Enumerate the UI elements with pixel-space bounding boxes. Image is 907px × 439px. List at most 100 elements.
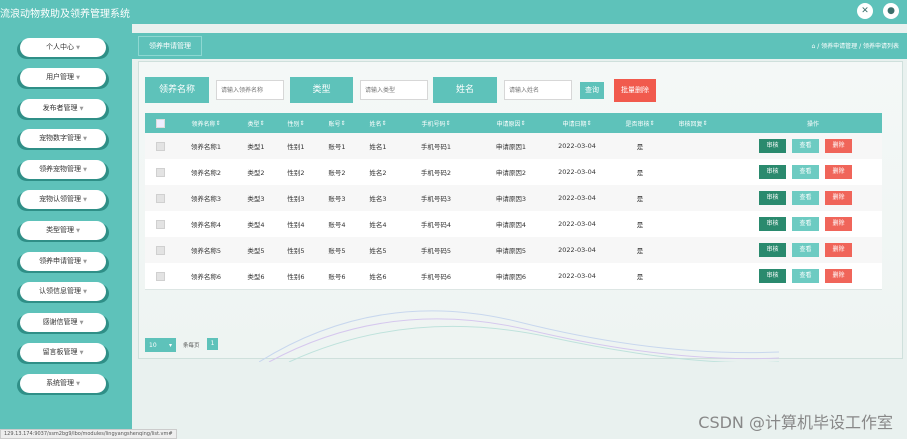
- sidebar-item-pet-digital-management[interactable]: 宠物数字管理 ▼: [20, 129, 106, 148]
- row-checkbox[interactable]: [150, 185, 170, 211]
- current-page-button[interactable]: 1: [207, 338, 218, 350]
- table-cell: 手机号码3: [420, 195, 452, 203]
- table-cell: 账号1: [328, 143, 346, 151]
- breadcrumb[interactable]: ⌂ / 领养申请管理 / 领养申请列表: [812, 41, 899, 50]
- view-button[interactable]: 查看: [792, 269, 819, 283]
- search-button[interactable]: 查询: [580, 82, 604, 99]
- sidebar-item-label: 认领信息管理: [39, 287, 82, 295]
- chevron-down-icon: ▼: [76, 381, 80, 387]
- table-cell: 领养名称2: [190, 169, 222, 177]
- sidebar-item-message-board[interactable]: 留言板管理 ▼: [20, 343, 106, 362]
- table-cell: 是: [636, 221, 644, 229]
- type-search-input[interactable]: [360, 80, 428, 100]
- delete-button[interactable]: 删除: [825, 191, 852, 205]
- table-cell: 是: [636, 273, 644, 281]
- select-all-checkbox[interactable]: [150, 113, 170, 133]
- delete-button[interactable]: 删除: [825, 269, 852, 283]
- sidebar-item-type-management[interactable]: 类型管理 ▼: [20, 221, 106, 240]
- sidebar-item-publisher-management[interactable]: 发布者管理 ▼: [20, 99, 106, 118]
- col-header[interactable]: 类型 ⇕: [240, 113, 272, 133]
- review-button[interactable]: 审核: [759, 243, 786, 257]
- table-cell: 账号2: [328, 169, 346, 177]
- chevron-down-icon: ▼: [76, 75, 80, 81]
- sidebar-item-label: 用户管理: [46, 73, 75, 81]
- col-header[interactable]: 是否审核 ⇕: [610, 113, 670, 133]
- sidebar-item-personal-center[interactable]: 个人中心 ▼: [20, 38, 106, 57]
- sidebar-item-pet-claim-management[interactable]: 宠物认领管理 ▼: [20, 190, 106, 209]
- table-cell: 手机号码5: [420, 247, 452, 255]
- table-cell: 申请原因2: [495, 169, 527, 177]
- table-cell: 姓名5: [369, 247, 387, 255]
- review-button[interactable]: 审核: [759, 269, 786, 283]
- table-row: 领养名称2 类型2 性别2 账号2 姓名2 手机号码2 申请原因2 2022-03-04 是 审核…: [145, 159, 882, 186]
- row-checkbox[interactable]: [150, 263, 170, 289]
- col-header[interactable]: 手机号码 ⇕: [408, 113, 464, 133]
- col-header[interactable]: 领养名称 ⇕: [181, 113, 231, 133]
- table-cell: 类型3: [247, 195, 265, 203]
- col-header[interactable]: 账号 ⇕: [321, 113, 353, 133]
- sidebar-item-system-management[interactable]: 系统管理 ▼: [20, 374, 106, 393]
- sidebar-item-user-management[interactable]: 用户管理 ▼: [20, 68, 106, 87]
- table-cell: 性别2: [287, 169, 305, 177]
- table-cell: 类型1: [247, 143, 265, 151]
- expand-icon[interactable]: ✕: [857, 3, 873, 19]
- table-row: 领养名称5 类型5 性别5 账号5 姓名5 手机号码5 申请原因5 2022-03-04 是 审核…: [145, 237, 882, 264]
- view-button[interactable]: 查看: [792, 139, 819, 153]
- col-header[interactable]: 姓名 ⇕: [362, 113, 394, 133]
- chevron-down-icon: ▼: [76, 45, 80, 51]
- chevron-down-icon: ▼: [83, 197, 87, 203]
- table-cell: 性别5: [287, 247, 305, 255]
- table-cell: [667, 159, 719, 185]
- table-cell: 是: [636, 247, 644, 255]
- delete-button[interactable]: 删除: [825, 139, 852, 153]
- table-cell: 手机号码1: [420, 143, 452, 151]
- view-button[interactable]: 查看: [792, 217, 819, 231]
- table-cell: 类型2: [247, 169, 265, 177]
- sidebar-item-claim-info[interactable]: 认领信息管理 ▼: [20, 282, 106, 301]
- row-checkbox[interactable]: [150, 211, 170, 237]
- review-button[interactable]: 审核: [759, 217, 786, 231]
- table-cell: 是: [636, 169, 644, 177]
- view-button[interactable]: 查看: [792, 191, 819, 205]
- review-button[interactable]: 审核: [759, 165, 786, 179]
- chevron-down-icon: ▼: [83, 136, 87, 142]
- row-checkbox[interactable]: [150, 237, 170, 263]
- section-tab[interactable]: 领养申请管理: [138, 36, 202, 56]
- sidebar-item-label: 类型管理: [46, 226, 75, 234]
- table-cell: 手机号码4: [420, 221, 452, 229]
- person-name-search-input[interactable]: [504, 80, 572, 100]
- sidebar-item-label: 宠物数字管理: [39, 134, 82, 142]
- table-cell: [667, 211, 719, 237]
- table-cell: 2022-03-04: [558, 246, 596, 254]
- row-checkbox[interactable]: [150, 133, 170, 159]
- delete-button[interactable]: 删除: [825, 243, 852, 257]
- table-cell: 手机号码2: [420, 169, 452, 177]
- top-bar: 流浪动物救助及领养管理系统 ✕ ●: [0, 0, 907, 24]
- table-cell: 申请原因5: [495, 247, 527, 255]
- col-header[interactable]: 申请原因 ⇕: [481, 113, 541, 133]
- row-checkbox[interactable]: [150, 159, 170, 185]
- user-icon[interactable]: ●: [883, 3, 899, 19]
- table-cell: 姓名2: [369, 169, 387, 177]
- table-cell: 账号4: [328, 221, 346, 229]
- view-button[interactable]: 查看: [792, 243, 819, 257]
- name-search-input[interactable]: [216, 80, 284, 100]
- view-button[interactable]: 查看: [792, 165, 819, 179]
- delete-button[interactable]: 删除: [825, 165, 852, 179]
- batch-delete-button[interactable]: 批量删除: [614, 79, 656, 102]
- table-cell: 是: [636, 195, 644, 203]
- col-header[interactable]: 审核回复 ⇕: [667, 113, 719, 133]
- sidebar-item-thank-you-letters[interactable]: 感谢信管理 ▼: [20, 313, 106, 332]
- table-cell: 性别6: [287, 273, 305, 281]
- sidebar-item-adoption-applications[interactable]: 领养申请管理 ▼: [20, 252, 106, 271]
- table-cell: 姓名6: [369, 273, 387, 281]
- col-header[interactable]: 申请日期 ⇕: [549, 113, 605, 133]
- sidebar-item-label: 个人中心: [46, 43, 75, 51]
- review-button[interactable]: 审核: [759, 139, 786, 153]
- delete-button[interactable]: 删除: [825, 217, 852, 231]
- chevron-down-icon: ▼: [79, 320, 84, 326]
- page-size-select[interactable]: 10 ▾: [145, 338, 176, 352]
- review-button[interactable]: 审核: [759, 191, 786, 205]
- col-header[interactable]: 性别 ⇕: [280, 113, 312, 133]
- sidebar-item-adoptable-pets[interactable]: 领养宠物管理 ▼: [20, 160, 106, 179]
